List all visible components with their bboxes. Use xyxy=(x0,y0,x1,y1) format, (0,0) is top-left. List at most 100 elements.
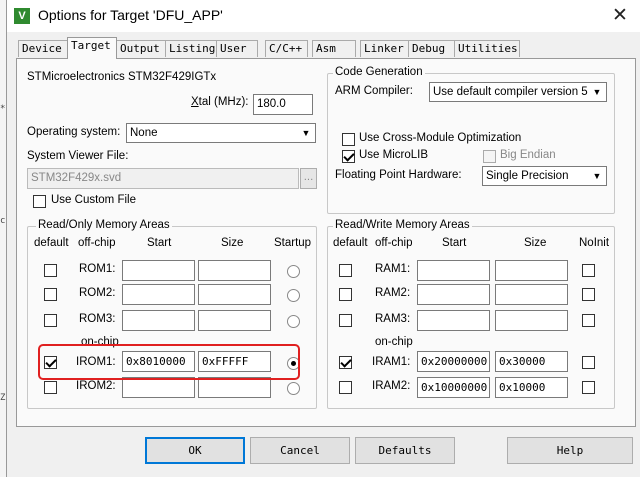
rom-header-default: default xyxy=(34,237,69,249)
iram2-size-input[interactable]: 0x10000 xyxy=(495,377,568,398)
ram3-size-input[interactable] xyxy=(495,310,568,331)
rom2-default-checkbox[interactable] xyxy=(44,288,57,301)
keil-app-icon: V xyxy=(14,8,30,24)
ram-header-default: default xyxy=(333,237,368,249)
ram3-default-checkbox[interactable] xyxy=(339,314,352,327)
rom3-startup-radio[interactable] xyxy=(287,315,300,328)
chevron-down-icon: ▼ xyxy=(301,128,311,138)
rom-header-start: Start xyxy=(147,237,172,249)
os-label: Operating system: xyxy=(27,126,121,138)
iram2-start-input[interactable]: 0x10000000 xyxy=(417,377,490,398)
code-generation-title: Code Generation xyxy=(333,66,425,78)
ram2-default-checkbox[interactable] xyxy=(339,288,352,301)
editor-mark: Z xyxy=(0,393,6,403)
ram3-start-input[interactable] xyxy=(417,310,490,331)
device-name: STMicroelectronics STM32F429IGTx xyxy=(27,71,217,83)
tab-output[interactable]: Output xyxy=(116,40,166,57)
rom3-start-input[interactable] xyxy=(122,310,195,331)
rom-header-startup: Startup xyxy=(274,237,312,249)
rom-areas-title: Read/Only Memory Areas xyxy=(36,219,172,231)
ram2-noinit-checkbox[interactable] xyxy=(582,288,595,301)
use-custom-file-label: Use Custom File xyxy=(51,194,136,206)
svd-browse-button: ... xyxy=(300,168,317,189)
close-icon[interactable]: ✕ xyxy=(605,2,635,28)
rom3-label: ROM3: xyxy=(79,313,116,325)
options-dialog: V Options for Target 'DFU_APP' ✕ Device … xyxy=(6,0,640,477)
ram-header-offchip: off-chip xyxy=(375,237,413,249)
irom1-highlight-box xyxy=(38,344,300,380)
tab-utilities[interactable]: Utilities xyxy=(454,40,520,57)
tab-debug[interactable]: Debug xyxy=(408,40,455,57)
rom1-startup-radio[interactable] xyxy=(287,265,300,278)
ram-header-size: Size xyxy=(524,237,547,249)
rom1-size-input[interactable] xyxy=(198,260,271,281)
rom1-start-input[interactable] xyxy=(122,260,195,281)
rom2-label: ROM2: xyxy=(79,287,116,299)
ram2-start-input[interactable] xyxy=(417,284,490,305)
cross-module-checkbox[interactable] xyxy=(342,133,355,146)
target-tab-panel: STMicroelectronics STM32F429IGTx Xtal (M… xyxy=(16,58,636,427)
ram-header-noinit: NoInit xyxy=(579,237,610,249)
ram1-label: RAM1: xyxy=(375,263,411,275)
cross-module-label: Use Cross-Module Optimization xyxy=(359,132,522,144)
ram-onchip-label: on-chip xyxy=(375,336,413,348)
ok-button[interactable]: OK xyxy=(145,437,245,464)
tab-c-cpp[interactable]: C/C++ xyxy=(265,40,308,57)
iram1-start-input[interactable]: 0x20000000 xyxy=(417,351,490,372)
tab-listing[interactable]: Listing xyxy=(165,40,217,57)
iram1-default-checkbox[interactable] xyxy=(339,356,352,369)
iram2-noinit-checkbox[interactable] xyxy=(582,381,595,394)
tab-asm[interactable]: Asm xyxy=(312,40,356,57)
iram1-size-input[interactable]: 0x30000 xyxy=(495,351,568,372)
iram1-noinit-checkbox[interactable] xyxy=(582,356,595,369)
ram2-size-input[interactable] xyxy=(495,284,568,305)
rom2-size-input[interactable] xyxy=(198,284,271,305)
irom2-default-checkbox[interactable] xyxy=(44,381,57,394)
chevron-down-icon: ▼ xyxy=(592,171,602,181)
rom-header-size: Size xyxy=(221,237,244,249)
compiler-select[interactable]: Use default compiler version 5 ▼ xyxy=(429,82,607,102)
microlib-checkbox[interactable] xyxy=(342,150,355,163)
tab-user[interactable]: User xyxy=(216,40,258,57)
tab-target[interactable]: Target xyxy=(67,37,117,59)
cancel-button[interactable]: Cancel xyxy=(250,437,350,464)
irom2-start-input[interactable] xyxy=(122,377,195,398)
iram2-default-checkbox[interactable] xyxy=(339,381,352,394)
os-select[interactable]: None ▼ xyxy=(126,123,316,143)
rom3-size-input[interactable] xyxy=(198,310,271,331)
irom2-label: IROM2: xyxy=(76,380,116,392)
rom2-startup-radio[interactable] xyxy=(287,289,300,302)
ram1-noinit-checkbox[interactable] xyxy=(582,264,595,277)
microlib-label: Use MicroLIB xyxy=(359,149,429,161)
tab-linker[interactable]: Linker xyxy=(360,40,409,57)
big-endian-checkbox xyxy=(483,150,496,163)
ram2-label: RAM2: xyxy=(375,287,411,299)
svd-file-input: STM32F429x.svd xyxy=(27,168,299,189)
ram1-start-input[interactable] xyxy=(417,260,490,281)
ram1-size-input[interactable] xyxy=(495,260,568,281)
compiler-label: ARM Compiler: xyxy=(335,85,413,97)
ram3-noinit-checkbox[interactable] xyxy=(582,314,595,327)
rom-header-offchip: off-chip xyxy=(78,237,116,249)
rom1-default-checkbox[interactable] xyxy=(44,264,57,277)
fp-hardware-select[interactable]: Single Precision ▼ xyxy=(482,166,607,186)
rom1-label: ROM1: xyxy=(79,263,116,275)
chevron-down-icon: ▼ xyxy=(592,87,602,97)
irom2-startup-radio[interactable] xyxy=(287,382,300,395)
rom3-default-checkbox[interactable] xyxy=(44,314,57,327)
ram1-default-checkbox[interactable] xyxy=(339,264,352,277)
big-endian-label: Big Endian xyxy=(500,149,556,161)
defaults-button[interactable]: Defaults xyxy=(355,437,455,464)
xtal-input[interactable]: 180.0 xyxy=(253,94,313,115)
iram2-label: IRAM2: xyxy=(372,380,411,392)
ram-header-start: Start xyxy=(442,237,467,249)
title-bar: V Options for Target 'DFU_APP' ✕ xyxy=(7,0,640,32)
use-custom-file-checkbox[interactable] xyxy=(33,195,46,208)
editor-mark: c xyxy=(0,216,6,226)
rom2-start-input[interactable] xyxy=(122,284,195,305)
irom2-size-input[interactable] xyxy=(198,377,271,398)
svd-label: System Viewer File: xyxy=(27,150,129,162)
editor-mark: * xyxy=(0,104,6,114)
help-button[interactable]: Help xyxy=(507,437,633,464)
tab-device[interactable]: Device xyxy=(18,40,68,57)
